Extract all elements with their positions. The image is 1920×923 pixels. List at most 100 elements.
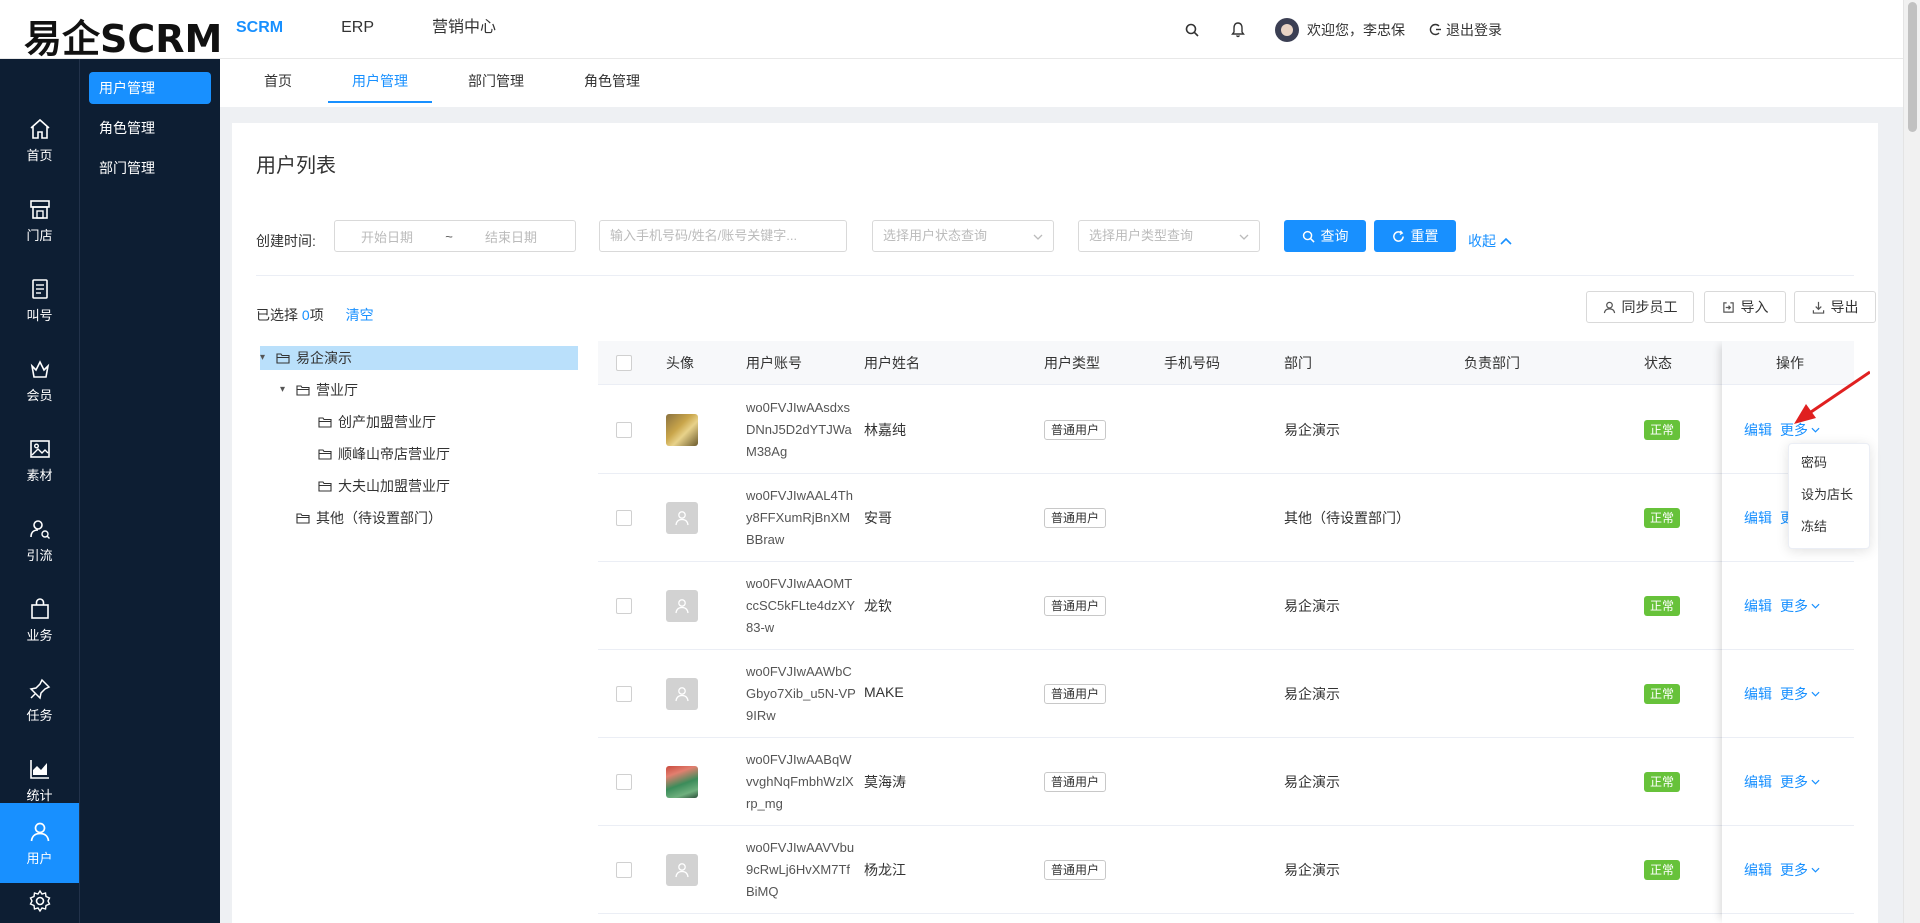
tree-node-child[interactable]: 创产加盟营业厅	[318, 410, 436, 434]
row-checkbox[interactable]	[616, 774, 632, 790]
edit-link[interactable]: 编辑	[1744, 596, 1772, 616]
menu-item-password[interactable]: 密码	[1801, 452, 1827, 471]
status-badge: 正常	[1644, 420, 1681, 440]
topnav-erp[interactable]: ERP	[341, 0, 374, 59]
collapse-toggle[interactable]: 收起	[1468, 226, 1512, 256]
bell-icon[interactable]	[1229, 21, 1247, 39]
start-date-field[interactable]: 开始日期	[335, 227, 439, 246]
keyword-search-input[interactable]: 输入手机号码/姓名/账号关键字...	[599, 220, 847, 252]
edit-link[interactable]: 编辑	[1744, 860, 1772, 880]
more-link[interactable]: 更多	[1780, 684, 1820, 704]
edit-link[interactable]: 编辑	[1744, 772, 1772, 792]
more-link[interactable]: 更多	[1780, 860, 1820, 880]
sidebar-item-queue[interactable]: 叫号	[0, 260, 79, 340]
sidebar-label: 首页	[26, 147, 53, 163]
export-button[interactable]: 导出	[1794, 291, 1876, 323]
caret-down-icon[interactable]: ▾	[260, 346, 276, 370]
edit-link[interactable]: 编辑	[1744, 684, 1772, 704]
edit-link[interactable]: 编辑	[1744, 420, 1772, 440]
selection-info: 已选择 0项 清空	[256, 300, 374, 330]
user-avatar[interactable]	[1275, 17, 1299, 42]
sidebar-item-home[interactable]: 首页	[0, 100, 79, 180]
import-button[interactable]: 导入	[1704, 291, 1786, 323]
folder-icon	[296, 384, 310, 396]
status-select[interactable]: 选择用户状态查询	[872, 220, 1054, 252]
more-link[interactable]: 更多	[1780, 772, 1820, 792]
subnav-dept-management[interactable]: 部门管理	[89, 152, 211, 184]
divider	[256, 275, 1854, 276]
caret-down-icon[interactable]: ▾	[280, 378, 296, 402]
sidebar-item-settings[interactable]	[0, 881, 79, 923]
sync-staff-button[interactable]: 同步员工	[1586, 291, 1694, 323]
topnav-scrm[interactable]: SCRM	[236, 0, 283, 59]
download-icon	[1812, 301, 1824, 314]
column-header: 用户姓名	[864, 355, 920, 371]
sidebar-item-user[interactable]: 用户	[0, 803, 79, 883]
status-badge: 正常	[1644, 772, 1681, 792]
menu-item-set-manager[interactable]: 设为店长	[1801, 484, 1853, 503]
type-select[interactable]: 选择用户类型查询	[1078, 220, 1260, 252]
tab-user-management[interactable]: 用户管理	[328, 59, 432, 103]
avatar	[666, 854, 698, 886]
sidebar-label: 用户	[26, 850, 53, 866]
default-avatar-icon	[675, 863, 689, 878]
logout-icon	[1429, 23, 1441, 36]
app-logo[interactable]: 易企SCRM	[24, 8, 222, 63]
tree-node-child[interactable]: 大夫山加盟营业厅	[318, 474, 450, 498]
date-range-picker[interactable]: 开始日期 ~ 结束日期	[334, 220, 576, 252]
tab-role-management[interactable]: 角色管理	[560, 59, 664, 103]
table-row: wo0FVJIwAAOMTccSC5kFLte4dzXY83-w 龙钦 普通用户…	[598, 562, 1854, 650]
row-checkbox[interactable]	[616, 686, 632, 702]
column-header: 头像	[666, 355, 694, 371]
collapse-label: 收起	[1468, 233, 1496, 249]
tree-node-hall[interactable]: ▾ 营业厅	[280, 378, 358, 402]
sidebar-item-material[interactable]: 素材	[0, 420, 79, 500]
reset-button[interactable]: 重置	[1374, 220, 1456, 252]
sidebar-item-store[interactable]: 门店	[0, 180, 79, 260]
menu-item-freeze[interactable]: 冻结	[1801, 516, 1827, 535]
sidebar-item-traffic[interactable]: 引流	[0, 500, 79, 580]
subnav-role-management[interactable]: 角色管理	[89, 112, 211, 144]
sidebar-item-task[interactable]: 任务	[0, 660, 79, 740]
annotation-arrow	[1794, 370, 1870, 424]
subnav-user-management[interactable]: 用户管理	[89, 72, 211, 104]
tree-node-other[interactable]: 其他（待设置部门）	[296, 506, 442, 530]
select-all-checkbox[interactable]	[616, 355, 632, 371]
topnav-marketing[interactable]: 营销中心	[432, 0, 496, 59]
main-panel: 用户列表 创建时间: 开始日期 ~ 结束日期 输入手机号码/姓名/账号关键字..…	[232, 123, 1878, 923]
tree-node-root[interactable]: ▾ 易企演示	[260, 346, 578, 370]
logout-button[interactable]: 退出登录	[1429, 20, 1502, 40]
avatar	[666, 766, 698, 798]
column-header: 手机号码	[1164, 355, 1220, 371]
selection-count: 0	[301, 307, 310, 323]
row-checkbox[interactable]	[616, 862, 632, 878]
tab-home[interactable]: 首页	[240, 59, 316, 103]
sidebar-item-member[interactable]: 会员	[0, 340, 79, 420]
scrollbar-thumb[interactable]	[1908, 2, 1917, 132]
import-label: 导入	[1740, 299, 1769, 315]
search-icon[interactable]	[1183, 21, 1201, 39]
edit-link[interactable]: 编辑	[1744, 508, 1772, 528]
tree-node-child[interactable]: 顺峰山帝店营业厅	[318, 442, 450, 466]
tab-dept-management[interactable]: 部门管理	[444, 59, 548, 103]
search-button[interactable]: 查询	[1284, 220, 1366, 252]
top-bar: 易企SCRM SCRM ERP 营销中心 欢迎您，李忠保 退出登录	[0, 0, 1920, 61]
user-name: 龙钦	[864, 598, 892, 614]
folder-icon	[318, 448, 332, 460]
row-checkbox[interactable]	[616, 510, 632, 526]
row-checkbox[interactable]	[616, 598, 632, 614]
chevron-down-icon	[1239, 221, 1249, 251]
chart-icon	[29, 759, 49, 779]
clear-selection-link[interactable]: 清空	[346, 307, 374, 323]
user-name: 安哥	[864, 510, 892, 526]
user-type-tag: 普通用户	[1044, 684, 1107, 704]
column-header: 负责部门	[1464, 355, 1520, 371]
sidebar-item-business[interactable]: 业务	[0, 580, 79, 660]
user-table: 头像 用户账号 用户姓名 用户类型 手机号码 部门 负责部门 状态 操作 wo0…	[598, 341, 1854, 923]
end-date-field[interactable]: 结束日期	[459, 227, 563, 246]
row-checkbox[interactable]	[616, 422, 632, 438]
search-icon	[1302, 230, 1315, 243]
page-scrollbar[interactable]	[1903, 0, 1920, 923]
more-link[interactable]: 更多	[1780, 596, 1820, 616]
tree-node-label: 大夫山加盟营业厅	[338, 478, 450, 494]
